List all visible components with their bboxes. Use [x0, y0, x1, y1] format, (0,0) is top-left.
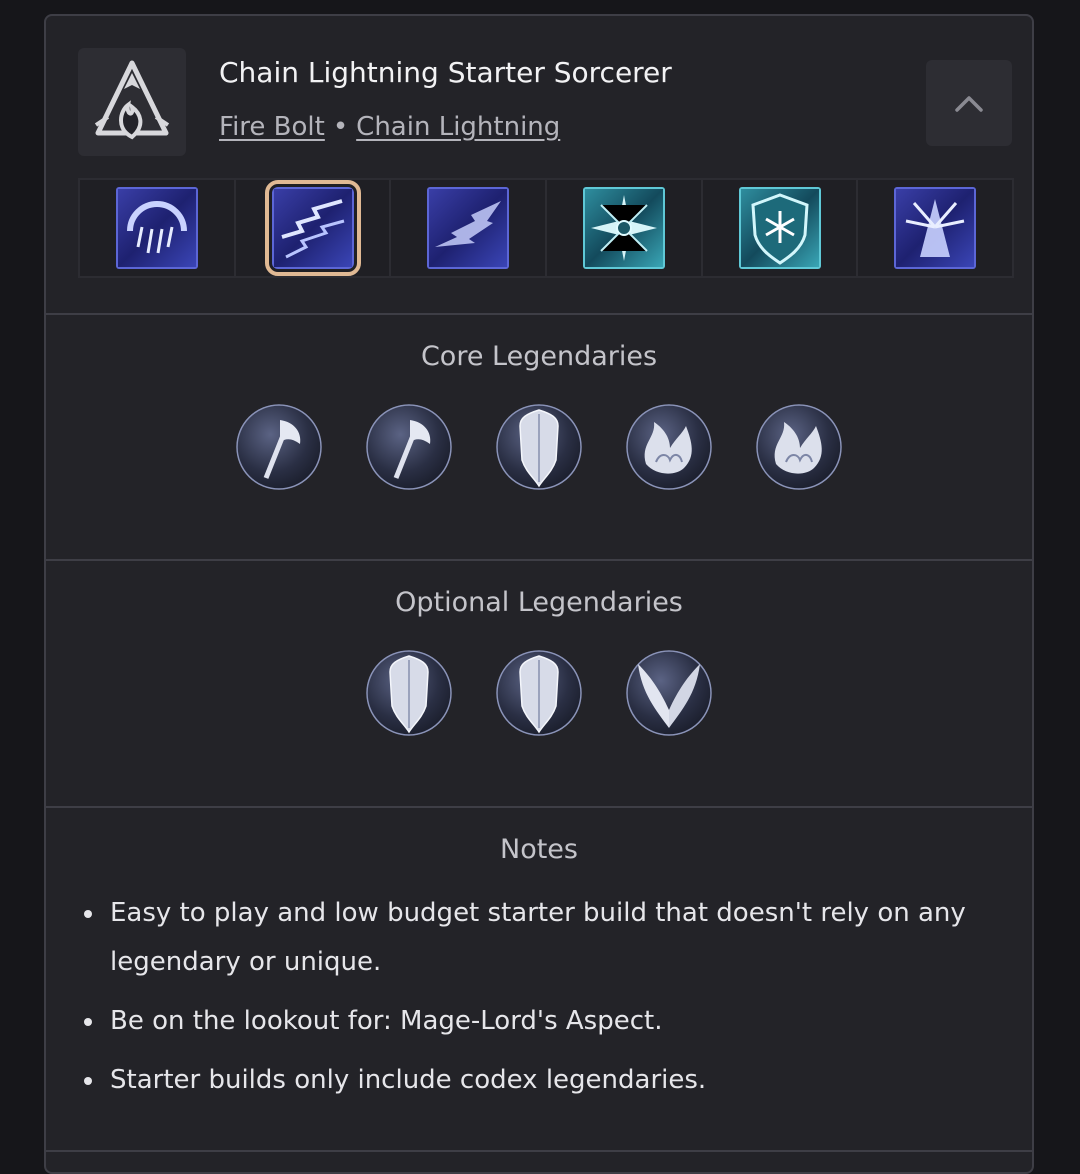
notes-list: Easy to play and low budget starter buil…: [46, 889, 1032, 1105]
skill-frost-nova-icon[interactable]: [582, 187, 665, 269]
skill-unstable-currents-icon[interactable]: [894, 187, 977, 269]
notes-title: Notes: [500, 834, 578, 865]
skill-link-fire-bolt[interactable]: Fire Bolt: [219, 112, 325, 142]
optional-legendaries-list: [46, 650, 1032, 736]
build-skill-links: Fire Bolt • Chain Lightning: [219, 112, 560, 142]
skill-slot: [547, 180, 703, 276]
skill-slot: [80, 180, 236, 276]
axe-legendary-icon[interactable]: [366, 404, 452, 490]
note-item: Be on the lookout for: Mage-Lord's Aspec…: [84, 997, 1002, 1046]
axe-legendary-icon[interactable]: [236, 404, 322, 490]
skill-ice-armor-icon[interactable]: [738, 187, 821, 269]
build-header: Chain Lightning Starter Sorcerer Fire Bo…: [46, 16, 1032, 315]
notes-section: Notes Easy to play and low budget starte…: [46, 808, 1032, 1152]
note-item: Starter builds only include codex legend…: [84, 1056, 1002, 1105]
skill-teleport-icon[interactable]: [427, 187, 510, 269]
sorcerer-class-icon: [78, 48, 186, 156]
skill-link-separator: •: [332, 112, 349, 142]
shield-legendary-icon[interactable]: [366, 650, 452, 736]
core-legendaries-list: [46, 404, 1032, 490]
shield-legendary-icon[interactable]: [496, 650, 582, 736]
optional-legendaries-section: Optional Legendaries: [46, 561, 1032, 808]
skill-slot: [235, 180, 392, 276]
core-legendaries-section: Core Legendaries: [46, 315, 1032, 561]
build-title: Chain Lightning Starter Sorcerer: [219, 56, 672, 89]
skill-chain-lightning-icon[interactable]: [264, 180, 361, 276]
skill-slot: [391, 180, 548, 276]
flame-legendary-icon[interactable]: [626, 404, 712, 490]
chevron-up-icon: [955, 96, 983, 112]
core-legendaries-title: Core Legendaries: [420, 341, 658, 372]
skill-lightning-arc-icon[interactable]: [115, 187, 198, 269]
flame-legendary-icon[interactable]: [756, 404, 842, 490]
collapse-button[interactable]: [926, 60, 1012, 146]
build-card: Chain Lightning Starter Sorcerer Fire Bo…: [44, 14, 1034, 1174]
shield-legendary-icon[interactable]: [496, 404, 582, 490]
wings-legendary-icon[interactable]: [626, 650, 712, 736]
skill-link-chain-lightning[interactable]: Chain Lightning: [356, 112, 560, 142]
skill-bar: [78, 178, 1014, 278]
optional-legendaries-title: Optional Legendaries: [395, 587, 683, 618]
skill-slot: [858, 180, 1013, 276]
note-item: Easy to play and low budget starter buil…: [84, 889, 1002, 987]
skill-slot: [702, 180, 859, 276]
